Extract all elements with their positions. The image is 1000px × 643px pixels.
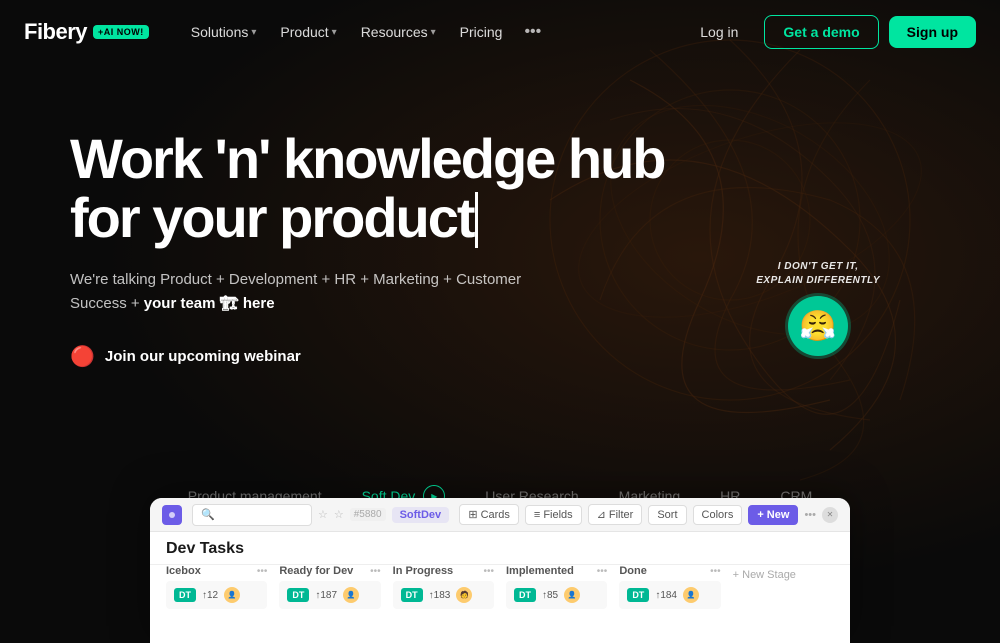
app-toolbar: 🔍 ☆ ☆ #5880 SoftDev (192, 504, 449, 526)
webinar-link[interactable]: 🔴 Join our upcoming webinar (70, 344, 665, 369)
kanban-card: DT ↑187 👤 (279, 581, 380, 609)
more-options-button[interactable]: ••• (516, 17, 549, 47)
card-avatar: 👤 (683, 587, 699, 603)
cards-icon: ⊞ (468, 508, 477, 521)
search-icon: 🔍 (201, 508, 215, 521)
signup-button[interactable]: Sign up (889, 16, 976, 48)
chevron-icon: ▾ (332, 27, 337, 38)
col-header-ready: Ready for Dev ••• (279, 565, 380, 577)
col-dots: ••• (370, 566, 381, 577)
col-dots: ••• (597, 566, 608, 577)
filter-button[interactable]: ⊿ Filter (588, 504, 643, 525)
close-button[interactable]: ✕ (822, 507, 838, 523)
login-button[interactable]: Log in (684, 16, 754, 48)
col-dots: ••• (483, 566, 494, 577)
counter-badge: #5880 (350, 508, 386, 521)
kanban-col-implemented: Implemented ••• DT ↑85 👤 (506, 565, 607, 625)
nav-resources[interactable]: Resources ▾ (351, 18, 446, 46)
hero-section: Fibery +AI NOW! Solutions ▾ Product ▾ Re… (0, 0, 1000, 643)
demo-button[interactable]: Get a demo (764, 15, 878, 49)
hero-subtitle-bold: your team 🏗 here (144, 295, 275, 312)
add-stage-button[interactable]: + New Stage (733, 567, 796, 581)
nav-actions: Log in Get a demo Sign up (684, 15, 976, 49)
card-avatar: 👤 (224, 587, 240, 603)
card-avatar: 👤 (564, 587, 580, 603)
kanban-col-icebox: Icebox ••• DT ↑12 👤 (166, 565, 267, 625)
toolbar-buttons: ⊞ Cards ≡ Fields ⊿ Filter Sort Colors + … (459, 504, 838, 525)
kanban-col-ready: Ready for Dev ••• DT ↑187 👤 (279, 565, 380, 625)
col-header-icebox: Icebox ••• (166, 565, 267, 577)
col-dots: ••• (710, 566, 721, 577)
nav-solutions[interactable]: Solutions ▾ (181, 18, 267, 46)
logo-text[interactable]: Fibery (24, 19, 87, 45)
nav-product[interactable]: Product ▾ (270, 18, 346, 46)
cards-button[interactable]: ⊞ Cards (459, 504, 519, 525)
nav-pricing[interactable]: Pricing (450, 18, 513, 46)
app-preview-panel: 🔍 ☆ ☆ #5880 SoftDev ⊞ Cards ≡ Fields ⊿ (150, 498, 850, 643)
hero-subtitle: We're talking Product + Development + HR… (70, 268, 665, 316)
app-title: Dev Tasks (166, 540, 244, 557)
col-header-implemented: Implemented ••• (506, 565, 607, 577)
chevron-icon: ▾ (251, 27, 256, 38)
annotation-text: I DON'T GET IT,EXPLAIN DIFFERENTLY (756, 260, 880, 288)
annotation-tooltip: I DON'T GET IT,EXPLAIN DIFFERENTLY 😤 (756, 260, 880, 356)
kanban-card: DT ↑183 🧑 (393, 581, 494, 609)
fields-icon: ≡ (534, 509, 540, 521)
col-header-done: Done ••• (619, 565, 720, 577)
col-header-inprogress: In Progress ••• (393, 565, 494, 577)
nav-links: Solutions ▾ Product ▾ Resources ▾ Pricin… (181, 17, 684, 47)
col-dots: ••• (257, 566, 268, 577)
star-icon: ☆ (318, 508, 328, 521)
ai-badge: +AI NOW! (93, 25, 149, 39)
sort-button[interactable]: Sort (648, 505, 686, 525)
app-title-bar: Dev Tasks (150, 532, 850, 565)
more-icon: ••• (804, 509, 816, 521)
kanban-card: DT ↑184 👤 (619, 581, 720, 609)
filter-icon: ⊿ (597, 508, 606, 521)
annotation-avatar: 😤 (788, 296, 848, 356)
kanban-col-add: + New Stage (733, 565, 834, 625)
search-box[interactable]: 🔍 (192, 504, 312, 526)
text-cursor (475, 192, 478, 248)
kanban-col-done: Done ••• DT ↑184 👤 (619, 565, 720, 625)
kanban-card: DT ↑85 👤 (506, 581, 607, 609)
card-avatar: 🧑 (456, 587, 472, 603)
app-icon (162, 505, 182, 525)
hero-content: Work 'n' knowledge hub for your product … (70, 130, 665, 369)
hero-title: Work 'n' knowledge hub for your product (70, 130, 665, 248)
app-header: 🔍 ☆ ☆ #5880 SoftDev ⊞ Cards ≡ Fields ⊿ (150, 498, 850, 532)
breadcrumb-label[interactable]: SoftDev (392, 507, 450, 523)
card-avatar: 👤 (343, 587, 359, 603)
webinar-icon: 🔴 (70, 344, 95, 369)
kanban-card: DT ↑12 👤 (166, 581, 267, 609)
kanban-col-inprogress: In Progress ••• DT ↑183 🧑 (393, 565, 494, 625)
colors-button[interactable]: Colors (693, 505, 743, 525)
fields-button[interactable]: ≡ Fields (525, 505, 582, 525)
navbar: Fibery +AI NOW! Solutions ▾ Product ▾ Re… (0, 0, 1000, 64)
chevron-icon: ▾ (431, 27, 436, 38)
logo-area: Fibery +AI NOW! (24, 19, 149, 45)
new-button[interactable]: + New (748, 505, 798, 525)
star-icon-2: ☆ (334, 508, 344, 521)
kanban-board: Icebox ••• DT ↑12 👤 Ready for Dev ••• DT… (150, 565, 850, 625)
